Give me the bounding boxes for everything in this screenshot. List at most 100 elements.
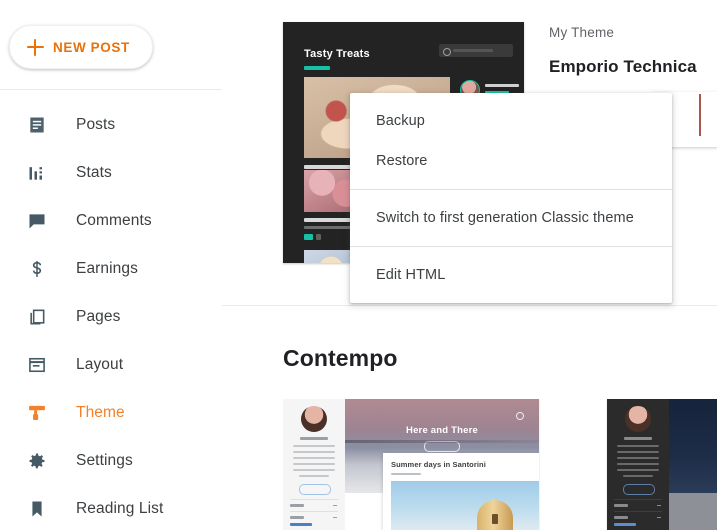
card-follow-button: [623, 484, 655, 495]
sidebar-item-theme[interactable]: Theme: [0, 389, 222, 437]
avatar: [625, 406, 651, 432]
sidebar-nav: Posts Stats Comments Earnings Pages Layo…: [0, 101, 222, 530]
sidebar-divider: [0, 89, 222, 90]
search-placeholder-bar: [453, 49, 493, 52]
menu-group: Backup Restore: [350, 93, 672, 189]
card-post-tower: [477, 500, 514, 530]
stats-icon: [26, 162, 48, 184]
menu-item-switch-classic-theme[interactable]: Switch to first generation Classic theme: [350, 198, 672, 238]
card-hero-button: [424, 441, 460, 452]
plus-icon: [27, 38, 44, 56]
menu-item-edit-html[interactable]: Edit HTML: [350, 255, 672, 295]
blogger-theme-page: NEW POST Posts Stats Comments Earnings P…: [0, 0, 717, 530]
sidebar-item-label: Earnings: [76, 260, 138, 277]
card-sidebar: [283, 399, 345, 530]
sidebar-item-label: Pages: [76, 308, 121, 325]
card-follow-button: [299, 484, 331, 495]
card-bio-line: [293, 451, 335, 453]
card-sidebar: [607, 399, 669, 530]
sidebar-item-earnings[interactable]: Earnings: [0, 245, 222, 293]
card-report-link: [290, 523, 312, 526]
card-bio-line: [293, 463, 335, 465]
new-post-label: NEW POST: [53, 39, 130, 55]
earnings-icon: [26, 258, 48, 280]
theme-brush-icon: [26, 402, 48, 424]
my-theme-label: My Theme: [549, 25, 615, 40]
card-post-image: [391, 481, 539, 530]
sidebar-item-layout[interactable]: Layout: [0, 341, 222, 389]
preview-post-chip2-2: [316, 234, 321, 240]
card-post-date: [391, 473, 421, 475]
card-hero-footer: [669, 493, 717, 530]
card-hero: [669, 399, 717, 493]
magnifier-glyph: [443, 47, 451, 56]
sidebar-item-reading-list[interactable]: Reading List: [0, 485, 222, 530]
sidebar-item-comments[interactable]: Comments: [0, 197, 222, 245]
avatar: [301, 406, 327, 432]
card-post-title: Summer days in Santorini: [391, 460, 486, 469]
sidebar-item-label: Theme: [76, 404, 125, 421]
pages-icon: [26, 306, 48, 328]
theme-name: Emporio Technica: [549, 57, 697, 76]
theme-card[interactable]: Sum: [607, 399, 717, 530]
preview-post-chip-2: [304, 234, 313, 240]
theme-options-menu: Backup Restore Switch to first generatio…: [350, 93, 672, 303]
card-bio-line: [293, 469, 335, 471]
preview-accent-bar: [304, 66, 330, 70]
card-post: Summer days in Santorini: [383, 453, 539, 530]
menu-group: Switch to first generation Classic theme: [350, 190, 672, 246]
card-labels-label: [290, 516, 304, 519]
card-labels-label: [614, 516, 628, 519]
search-icon: [516, 412, 524, 420]
theme-meta: My Theme Emporio Technica: [549, 25, 697, 77]
posts-icon: [26, 114, 48, 136]
card-author-name: [300, 437, 328, 440]
search-icon: [439, 44, 513, 57]
layout-icon: [26, 354, 48, 376]
card-bio-line: [617, 445, 659, 447]
section-title-contempo: Contempo: [283, 345, 398, 371]
menu-group: Edit HTML: [350, 247, 672, 303]
sidebar-item-label: Stats: [76, 164, 112, 181]
sidebar-item-label: Reading List: [76, 500, 164, 517]
sidebar-item-posts[interactable]: Posts: [0, 101, 222, 149]
card-hero-title: Here and There: [406, 425, 478, 436]
card-archive-label: [290, 504, 304, 507]
card-bio-line: [623, 475, 653, 477]
card-bio-line: [617, 463, 659, 465]
sidebar-item-label: Settings: [76, 452, 133, 469]
sidebar-item-label: Layout: [76, 356, 124, 373]
card-report-link: [614, 523, 636, 526]
card-bio-line: [299, 475, 329, 477]
card-author-name: [624, 437, 652, 440]
card-bio-line: [617, 451, 659, 453]
sidebar: NEW POST Posts Stats Comments Earnings P…: [0, 0, 222, 530]
preview-blog-title: Tasty Treats: [304, 48, 370, 60]
card-bio-line: [293, 457, 335, 459]
new-post-button[interactable]: NEW POST: [9, 25, 153, 69]
sidebar-item-label: Comments: [76, 212, 152, 229]
sidebar-item-pages[interactable]: Pages: [0, 293, 222, 341]
sidebar-item-stats[interactable]: Stats: [0, 149, 222, 197]
sidebar-item-label: Posts: [76, 116, 116, 133]
card-labels-chevron-icon: [657, 517, 661, 518]
theme-card-list: Here and There Summer days in Santorini: [283, 399, 717, 530]
card-bio-line: [617, 457, 659, 459]
comments-icon: [26, 210, 48, 232]
card-post-tower-window: [492, 514, 499, 524]
card-bio-line: [293, 445, 335, 447]
gear-icon: [26, 450, 48, 472]
card-archive-chevron-icon: [333, 505, 337, 506]
card-archive-chevron-icon: [657, 505, 661, 506]
bookmark-icon: [26, 498, 48, 520]
new-post-button-wrap: NEW POST: [9, 25, 153, 69]
section-divider: [222, 305, 717, 306]
menu-item-restore[interactable]: Restore: [350, 141, 672, 181]
sidebar-item-settings[interactable]: Settings: [0, 437, 222, 485]
card-bio-line: [617, 469, 659, 471]
theme-card[interactable]: Here and There Summer days in Santorini: [283, 399, 539, 530]
menu-item-backup[interactable]: Backup: [350, 101, 672, 141]
preview-author-name: [485, 84, 519, 87]
card-archive-label: [614, 504, 628, 507]
card-labels-chevron-icon: [333, 517, 337, 518]
